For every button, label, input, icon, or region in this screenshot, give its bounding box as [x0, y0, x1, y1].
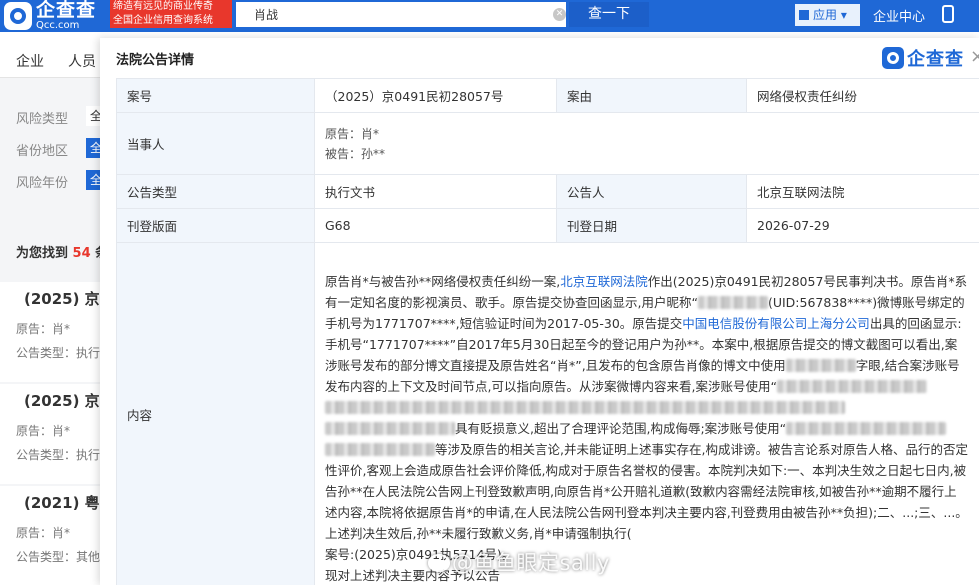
- date-label: 刊登日期: [556, 208, 747, 243]
- case-no-label: 案号: [116, 78, 315, 113]
- filter-label-year: 风险年份: [16, 176, 69, 191]
- date-value: 2026-07-29: [746, 208, 979, 243]
- search-input[interactable]: 肖战: [236, 2, 566, 27]
- redacted-text: [785, 359, 856, 372]
- redacted-text: [776, 380, 927, 393]
- weibo-watermark: @鱼鱼眼定sally: [428, 547, 610, 577]
- cause-value: 网络侵权责任纠纷: [746, 78, 979, 113]
- nav-item-company[interactable]: 企业: [16, 51, 44, 71]
- filter-label-risk-type: 风险类型: [16, 112, 69, 127]
- app-menu-button[interactable]: 应用 ▾: [795, 4, 860, 26]
- court-link[interactable]: 北京互联网法院: [560, 274, 648, 289]
- notice-content: 原告肖*与被告孙**网络侵权责任纠纷一案,北京互联网法院作出(2025)京049…: [314, 242, 979, 585]
- redacted-text: [325, 401, 845, 414]
- user-center-link[interactable]: 企业中心: [873, 6, 925, 25]
- redacted-text: [325, 422, 455, 435]
- close-icon[interactable]: ×: [970, 46, 979, 67]
- mobile-phone-icon[interactable]: [942, 5, 954, 23]
- nav-item-person[interactable]: 人员: [68, 51, 96, 71]
- case-no-value: （2025）京0491民初28057号: [314, 78, 557, 113]
- clear-search-icon[interactable]: ✕: [553, 8, 566, 21]
- result-card[interactable]: (2025) 京 原告：肖* 公告类型：执行: [0, 282, 115, 382]
- result-card[interactable]: (2021) 粤 原告：肖* 公告类型：其他: [0, 486, 115, 585]
- qcc-brand-logo: 企查查: [882, 45, 964, 71]
- page-value: G68: [314, 208, 557, 243]
- redacted-text: [325, 443, 435, 456]
- redacted-text: [786, 422, 947, 435]
- logo-mark-icon: [4, 2, 32, 30]
- search-button[interactable]: 查一下: [569, 2, 649, 27]
- filter-label-region: 省份地区: [16, 144, 69, 159]
- top-bar: 企查查 Qcc.com 缔造有远见的商业传奇 全国企业信用查询系统 肖战 ✕ 查…: [0, 0, 979, 32]
- result-panel: 风险类型 全 省份地区 全 风险年份 全 为您找到 54 条 (2025) 京 …: [0, 78, 115, 585]
- slogan-banner: 缔造有远见的商业传奇 全国企业信用查询系统: [110, 0, 232, 28]
- telecom-link[interactable]: 中国电信股份有限公司上海分公司: [682, 316, 870, 331]
- notice-type-label: 公告类型: [116, 174, 315, 209]
- publisher-label: 公告人: [556, 174, 747, 209]
- content-label: 内容: [116, 242, 315, 585]
- brand-mark-icon: [882, 47, 904, 69]
- modal-title: 法院公告详情: [116, 53, 195, 68]
- party-value: 原告：肖* 被告：孙**: [314, 112, 979, 175]
- result-card[interactable]: (2025) 京 原告：肖* 公告类型：执行: [0, 384, 115, 484]
- logo-title: 企查查: [36, 0, 97, 21]
- cause-label: 案由: [556, 78, 747, 113]
- logo-domain: Qcc.com: [36, 20, 80, 31]
- defendant: 被告：孙**: [325, 146, 386, 161]
- notice-type-value: 执行文书: [314, 174, 557, 209]
- result-count: 为您找到 54 条: [16, 246, 108, 261]
- publisher-value: 北京互联网法院: [746, 174, 979, 209]
- grid-icon: [799, 10, 809, 20]
- site-logo[interactable]: 企查查 Qcc.com: [4, 1, 96, 31]
- party-label: 当事人: [116, 112, 315, 175]
- page-label: 刊登版面: [116, 208, 315, 243]
- notice-detail-table: 案号 （2025）京0491民初28057号 案由 网络侵权责任纠纷 当事人 原…: [116, 78, 979, 585]
- redacted-text: [697, 296, 768, 309]
- court-notice-modal: 法院公告详情 企查查 × 案号 （2025）京0491民初28057号 案由 网…: [100, 38, 979, 585]
- plaintiff: 原告：肖*: [325, 126, 380, 141]
- weibo-logo-icon: [428, 554, 450, 572]
